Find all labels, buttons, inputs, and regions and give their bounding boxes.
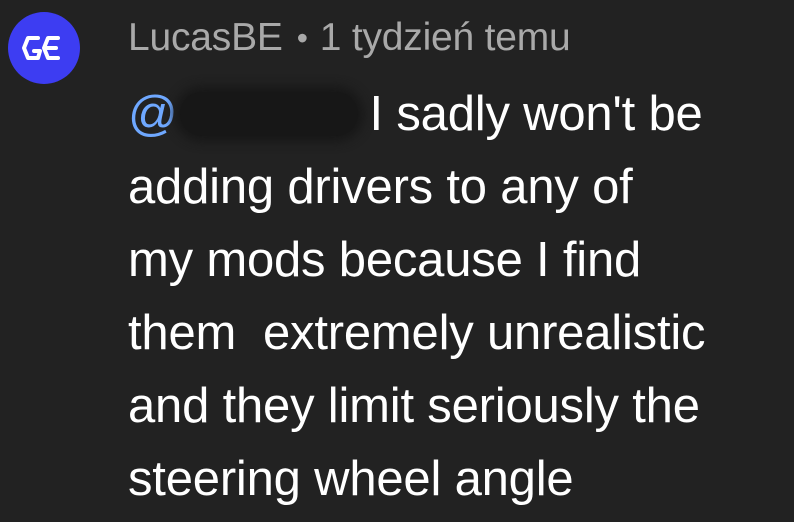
comment-line-3: my mods because I find — [128, 233, 642, 287]
mention-redaction — [179, 92, 358, 136]
header-separator: • — [296, 19, 308, 56]
comment: LucasBE • 1 tydzień temu @ I sadly won't … — [0, 0, 794, 522]
comment-line-4: them extremely unrealistic — [128, 306, 706, 360]
comment-line-2: adding drivers to any of — [128, 160, 633, 214]
avatar[interactable] — [8, 12, 80, 84]
comment-body: @ I sadly won't be adding drivers to any … — [128, 78, 794, 516]
comment-line-5: and they limit seriously the — [128, 379, 700, 433]
comment-timestamp: 1 tydzień temu — [319, 16, 571, 59]
author-name[interactable]: LucasBE — [128, 16, 283, 60]
mention-symbol[interactable]: @ — [128, 78, 178, 151]
ge-logo-icon — [22, 36, 60, 60]
comment-line-1: @ I sadly won't be — [128, 78, 794, 151]
comment-header: LucasBE • 1 tydzień temu — [128, 12, 571, 64]
comment-line-6: steering wheel angle — [128, 452, 574, 506]
comment-text-line: I sadly won't be — [369, 87, 703, 141]
